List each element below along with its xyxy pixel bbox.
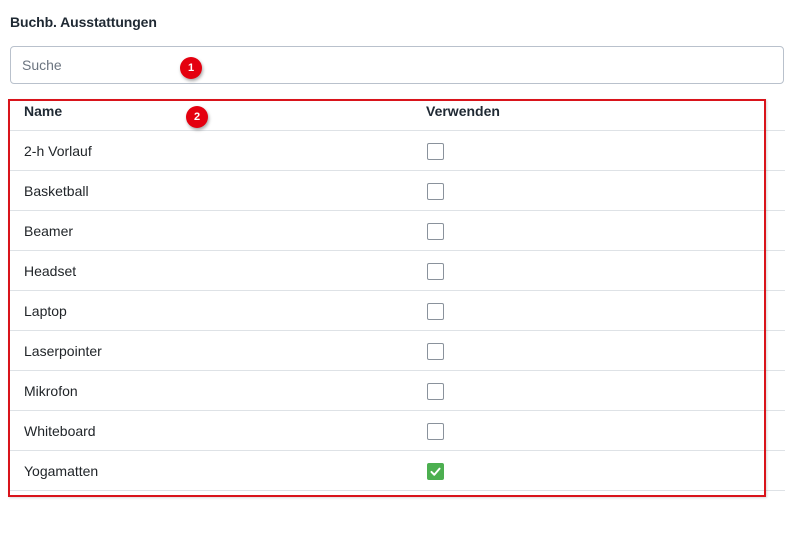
use-checkbox[interactable] (427, 183, 444, 200)
table-row: Whiteboard (10, 411, 785, 451)
checkmark-icon (430, 467, 441, 476)
section-title: Buchb. Ausstattungen (10, 14, 157, 30)
equipment-name: Beamer (24, 223, 74, 239)
table-row: 2-h Vorlauf (10, 131, 785, 171)
search-field[interactable] (10, 46, 784, 84)
table-header-row: Name Verwenden (10, 91, 785, 131)
column-header-use: Verwenden (426, 103, 500, 119)
table-row: Laptop (10, 291, 785, 331)
use-checkbox[interactable] (427, 343, 444, 360)
annotation-badge-2: 2 (186, 106, 208, 128)
equipment-name: Mikrofon (24, 383, 78, 399)
use-checkbox[interactable] (427, 303, 444, 320)
equipment-name: Basketball (24, 183, 89, 199)
search-input[interactable] (11, 47, 783, 83)
use-checkbox[interactable] (427, 143, 444, 160)
table-row: Basketball (10, 171, 785, 211)
use-checkbox[interactable] (427, 223, 444, 240)
table-row: Beamer (10, 211, 785, 251)
use-checkbox[interactable] (427, 463, 444, 480)
use-checkbox[interactable] (427, 263, 444, 280)
use-checkbox[interactable] (427, 423, 444, 440)
equipment-name: Whiteboard (24, 423, 96, 439)
table-body: 2-h Vorlauf Basketball Beamer Headset Laptop… (10, 131, 785, 491)
table-row: Laserpointer (10, 331, 785, 371)
equipment-name: Laserpointer (24, 343, 102, 359)
equipment-name: Yogamatten (24, 463, 99, 479)
column-header-name: Name (24, 103, 63, 119)
equipment-name: 2-h Vorlauf (24, 143, 92, 159)
use-checkbox[interactable] (427, 383, 444, 400)
equipment-name: Laptop (24, 303, 67, 319)
equipment-name: Headset (24, 263, 77, 279)
annotation-badge-1: 1 (180, 57, 202, 79)
table-row: Yogamatten (10, 451, 785, 491)
table-row: Mikrofon (10, 371, 785, 411)
equipment-table: Name Verwenden 2-h Vorlauf Basketball Beam… (10, 91, 785, 491)
table-row: Headset (10, 251, 785, 291)
